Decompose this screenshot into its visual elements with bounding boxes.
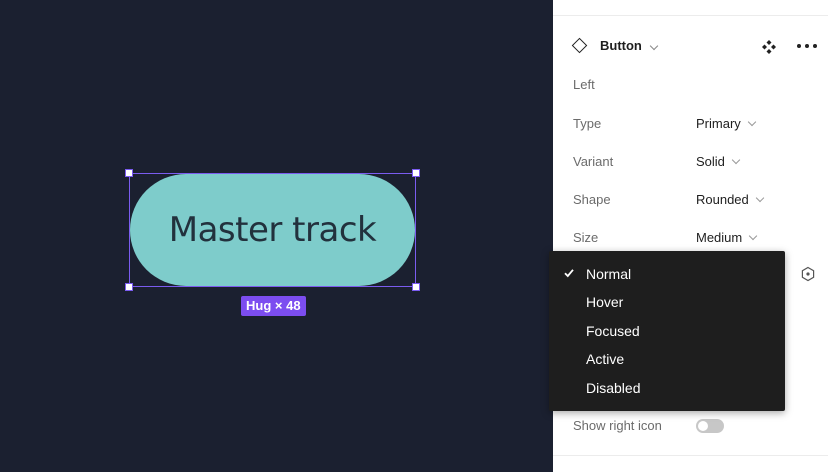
resize-handle-bottom-right[interactable] [412,283,420,291]
divider [553,455,828,456]
more-icon[interactable] [797,44,817,48]
property-row-type: Type Primary [573,116,813,136]
resize-handle-top-right[interactable] [412,169,420,177]
property-name: Size [573,230,599,245]
chevron-down-icon [747,117,757,127]
size-badge: Hug × 48 [241,296,306,316]
show-right-icon-toggle[interactable] [696,419,724,433]
toggle-label: Show right icon [573,418,662,433]
menu-item-focused[interactable]: Focused [549,317,785,345]
instance-swap-icon[interactable] [800,266,816,282]
chevron-down-icon [749,231,758,241]
selection-box [125,169,420,291]
property-select-variant[interactable]: Solid [696,154,741,169]
property-row-size: Size Medium [573,230,813,250]
property-name: Shape [573,192,611,207]
toggle-knob [698,421,708,431]
property-select-shape[interactable]: Rounded [696,192,765,207]
property-name: Variant [573,154,614,169]
property-name: Type [573,116,602,131]
menu-item-label: Focused [586,323,640,339]
component-name[interactable]: Button [600,38,642,53]
menu-item-label: Disabled [586,380,641,396]
state-dropdown-menu: Normal Hover Focused Active Disabled [549,251,785,411]
design-canvas[interactable]: Master track Hug × 48 [0,0,553,472]
check-icon [564,269,574,278]
chevron-down-icon[interactable] [649,41,659,51]
component-icon[interactable] [761,39,777,55]
property-row-show-right-icon: Show right icon [573,418,813,438]
chevron-down-icon [755,193,765,203]
property-select-size[interactable]: Medium [696,230,758,245]
property-row-shape: Shape Rounded [573,192,813,212]
component-header: Button [571,36,821,56]
divider [553,15,828,16]
menu-item-hover[interactable]: Hover [549,288,785,316]
component-instance-icon [571,37,588,54]
resize-handle-top-left[interactable] [125,169,133,177]
menu-item-label: Hover [586,294,624,310]
resize-handle-bottom-left[interactable] [125,283,133,291]
menu-item-label: Active [586,351,625,367]
property-select-type[interactable]: Primary [696,116,757,131]
menu-item-label: Normal [586,266,632,282]
property-row-variant: Variant Solid [573,154,813,174]
chevron-down-icon [731,155,741,165]
menu-item-normal[interactable]: Normal [549,260,785,288]
menu-item-active[interactable]: Active [549,345,785,373]
menu-item-disabled[interactable]: Disabled [549,374,785,402]
section-label: Left [573,77,595,92]
